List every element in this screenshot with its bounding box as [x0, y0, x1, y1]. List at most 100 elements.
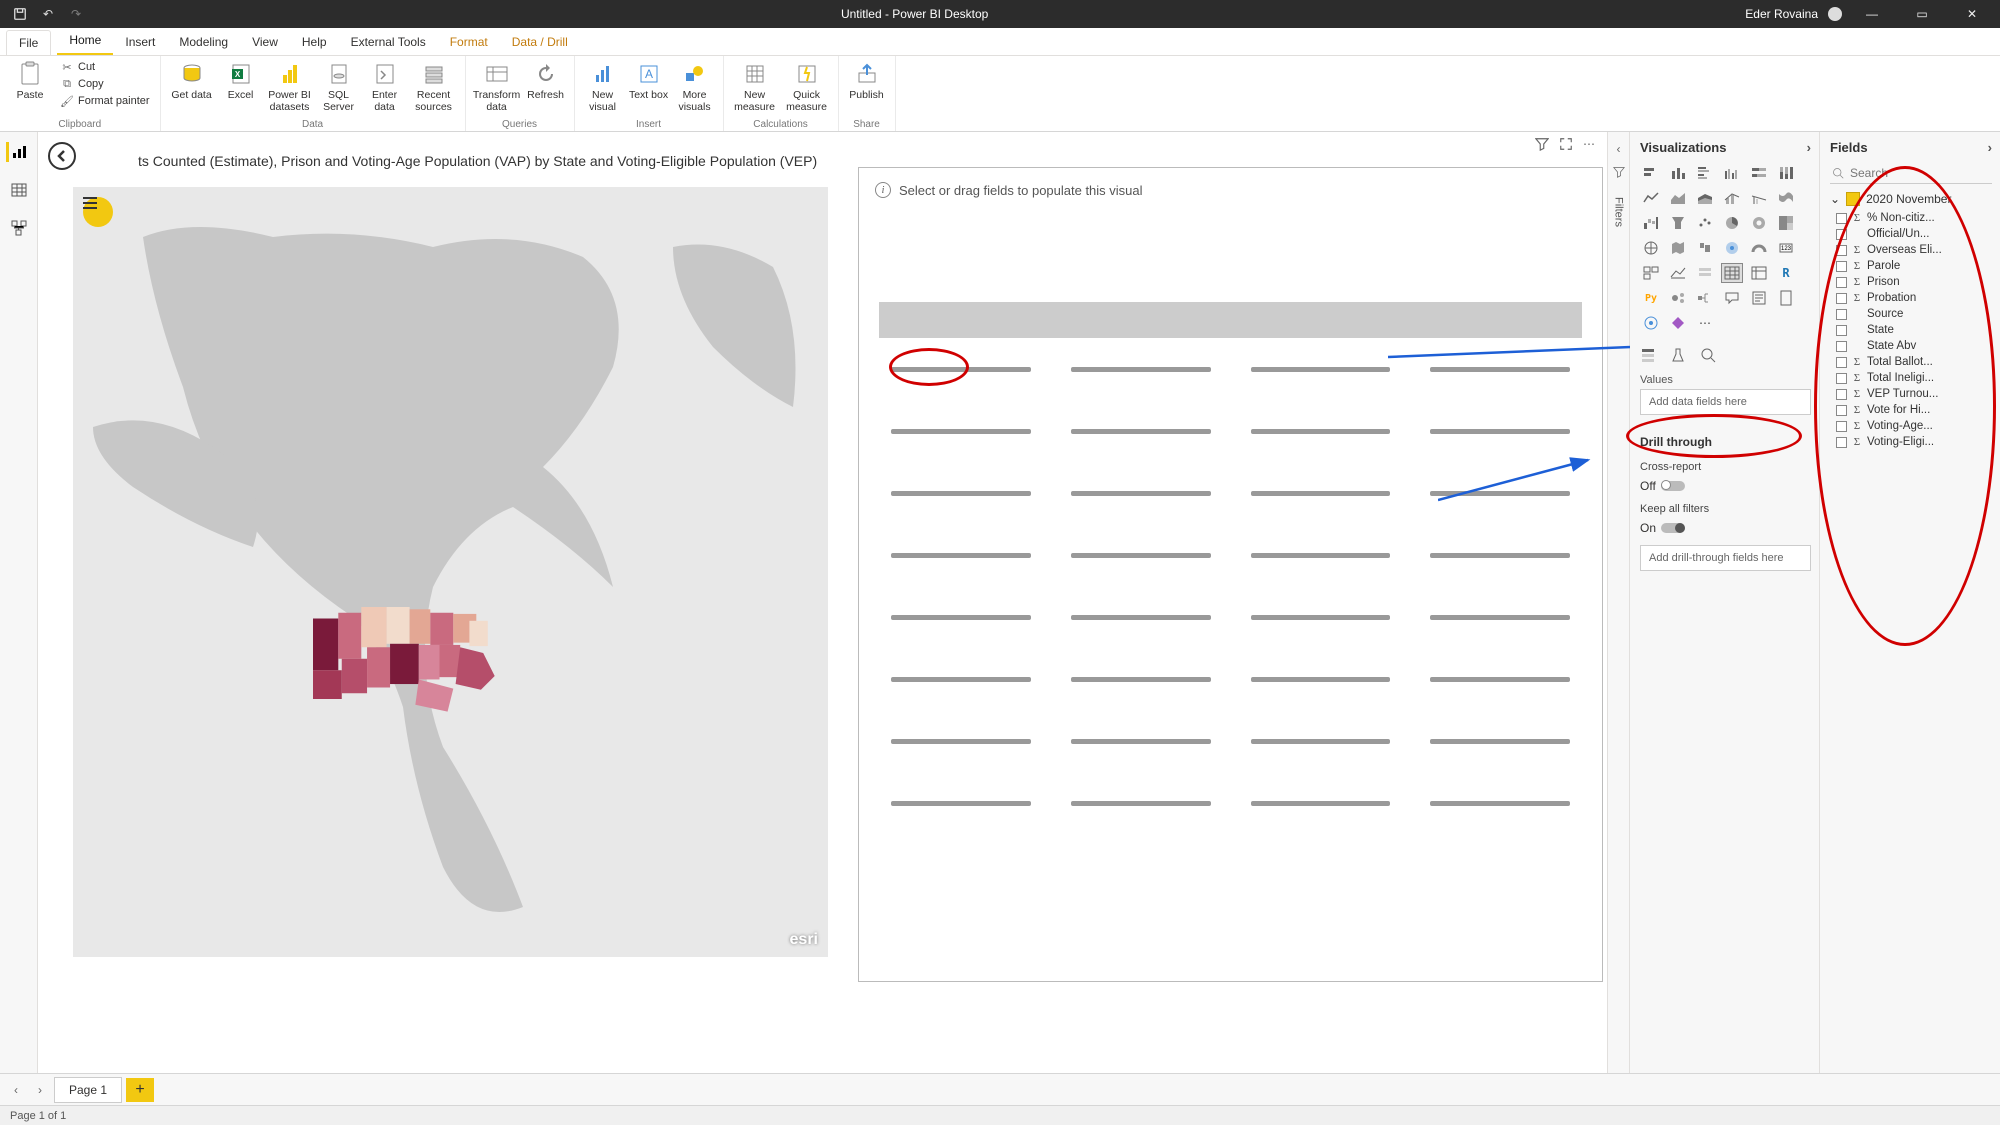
keep-filters-toggle[interactable]: On: [1640, 521, 1811, 535]
excel-button[interactable]: XExcel: [221, 59, 261, 113]
tab-home[interactable]: Home: [57, 27, 113, 55]
user-avatar[interactable]: [1828, 7, 1842, 21]
viz-card[interactable]: 123: [1775, 238, 1797, 258]
viz-qa[interactable]: [1721, 288, 1743, 308]
viz-shape-map[interactable]: [1694, 238, 1716, 258]
new-measure-button[interactable]: New measure: [732, 59, 778, 113]
undo-icon[interactable]: ↶: [40, 6, 56, 22]
more-options-icon[interactable]: ⋯: [1583, 137, 1595, 154]
refresh-button[interactable]: Refresh: [526, 59, 566, 113]
field-item[interactable]: ΣProbation: [1836, 292, 1992, 304]
redo-icon[interactable]: ↷: [68, 6, 84, 22]
paste-button[interactable]: Paste: [8, 59, 52, 113]
checkbox-icon[interactable]: [1836, 389, 1847, 400]
format-tab-icon[interactable]: [1670, 347, 1686, 366]
recent-sources-button[interactable]: Recent sources: [411, 59, 457, 113]
checkbox-icon[interactable]: [1836, 325, 1847, 336]
viz-get-more[interactable]: ⋯: [1694, 313, 1716, 333]
checkbox-icon[interactable]: [1836, 261, 1847, 272]
data-view-icon[interactable]: [9, 180, 29, 200]
viz-azure-map[interactable]: [1721, 238, 1743, 258]
pbi-datasets-button[interactable]: Power BI datasets: [267, 59, 313, 113]
field-item[interactable]: ΣPrison: [1836, 276, 1992, 288]
minimize-button[interactable]: —: [1852, 0, 1892, 28]
checkbox-icon[interactable]: [1836, 421, 1847, 432]
viz-stacked-column[interactable]: [1667, 163, 1689, 183]
viz-clustered-bar[interactable]: [1694, 163, 1716, 183]
field-item[interactable]: ΣTotal Ineligi...: [1836, 372, 1992, 384]
viz-matrix[interactable]: [1748, 263, 1770, 283]
viz-stacked-area[interactable]: [1694, 188, 1716, 208]
next-page-button[interactable]: ›: [30, 1080, 50, 1100]
viz-multi-card[interactable]: [1640, 263, 1662, 283]
field-item[interactable]: State Abv: [1836, 340, 1992, 352]
field-item[interactable]: Σ% Non-citiz...: [1836, 212, 1992, 224]
transform-data-button[interactable]: Transform data: [474, 59, 520, 113]
viz-100-bar[interactable]: [1748, 163, 1770, 183]
quick-measure-button[interactable]: Quick measure: [784, 59, 830, 113]
checkbox-icon[interactable]: [1836, 357, 1847, 368]
new-visual-button[interactable]: New visual: [583, 59, 623, 113]
tab-format[interactable]: Format: [438, 29, 500, 55]
viz-arcgis[interactable]: [1640, 313, 1662, 333]
copy-button[interactable]: ⧉Copy: [58, 76, 152, 92]
checkbox-icon[interactable]: [1836, 229, 1847, 240]
tab-external-tools[interactable]: External Tools: [339, 29, 438, 55]
tab-modeling[interactable]: Modeling: [167, 29, 240, 55]
viz-clustered-column[interactable]: [1721, 163, 1743, 183]
publish-button[interactable]: Publish: [847, 59, 887, 113]
checkbox-icon[interactable]: [1836, 277, 1847, 288]
format-painter-button[interactable]: 🖌Format painter: [58, 93, 152, 109]
viz-donut[interactable]: [1748, 213, 1770, 233]
filters-pane-collapsed[interactable]: ‹ Filters: [1608, 132, 1630, 1073]
collapse-viz-pane-icon[interactable]: ›: [1807, 140, 1811, 155]
field-item[interactable]: State: [1836, 324, 1992, 336]
maximize-button[interactable]: ▭: [1902, 0, 1942, 28]
fields-table-header[interactable]: ⌄ 2020 November: [1830, 192, 1992, 206]
viz-waterfall[interactable]: [1640, 213, 1662, 233]
viz-line-clustered[interactable]: [1748, 188, 1770, 208]
field-item[interactable]: Source: [1836, 308, 1992, 320]
viz-line[interactable]: [1640, 188, 1662, 208]
field-item[interactable]: ΣOverseas Eli...: [1836, 244, 1992, 256]
focus-mode-icon[interactable]: [1559, 137, 1573, 154]
viz-key-influencers[interactable]: [1667, 288, 1689, 308]
checkbox-icon[interactable]: [1836, 341, 1847, 352]
collapse-fields-pane-icon[interactable]: ›: [1988, 140, 1992, 155]
viz-100-column[interactable]: [1775, 163, 1797, 183]
user-name[interactable]: Eder Rovaina: [1745, 7, 1818, 21]
viz-line-column[interactable]: [1721, 188, 1743, 208]
filter-icon[interactable]: [1535, 137, 1549, 154]
cut-button[interactable]: ✂Cut: [58, 59, 152, 75]
add-page-button[interactable]: +: [126, 1078, 154, 1102]
viz-narrative[interactable]: [1748, 288, 1770, 308]
fields-search[interactable]: Search: [1830, 163, 1992, 184]
sql-server-button[interactable]: SQL Server: [319, 59, 359, 113]
prev-page-button[interactable]: ‹: [6, 1080, 26, 1100]
viz-filled-map[interactable]: [1667, 238, 1689, 258]
cross-report-toggle[interactable]: Off: [1640, 479, 1811, 493]
viz-ribbon[interactable]: [1775, 188, 1797, 208]
field-item[interactable]: ΣVoting-Age...: [1836, 420, 1992, 432]
field-item[interactable]: ΣTotal Ballot...: [1836, 356, 1992, 368]
analytics-tab-icon[interactable]: [1700, 347, 1716, 366]
map-menu-button[interactable]: [83, 197, 113, 227]
save-icon[interactable]: [12, 6, 28, 22]
viz-map[interactable]: [1640, 238, 1662, 258]
viz-pie[interactable]: [1721, 213, 1743, 233]
checkbox-icon[interactable]: [1836, 373, 1847, 384]
viz-table[interactable]: [1721, 263, 1743, 283]
report-view-icon[interactable]: [6, 142, 29, 162]
close-button[interactable]: ✕: [1952, 0, 1992, 28]
model-view-icon[interactable]: [9, 218, 29, 238]
viz-stacked-bar[interactable]: [1640, 163, 1662, 183]
viz-r-script[interactable]: R: [1775, 263, 1797, 283]
tab-help[interactable]: Help: [290, 29, 339, 55]
viz-scatter[interactable]: [1694, 213, 1716, 233]
checkbox-icon[interactable]: [1836, 405, 1847, 416]
tab-view[interactable]: View: [240, 29, 290, 55]
viz-decomposition[interactable]: [1694, 288, 1716, 308]
tab-data-drill[interactable]: Data / Drill: [500, 29, 580, 55]
viz-slicer[interactable]: [1694, 263, 1716, 283]
get-data-button[interactable]: Get data: [169, 59, 215, 113]
